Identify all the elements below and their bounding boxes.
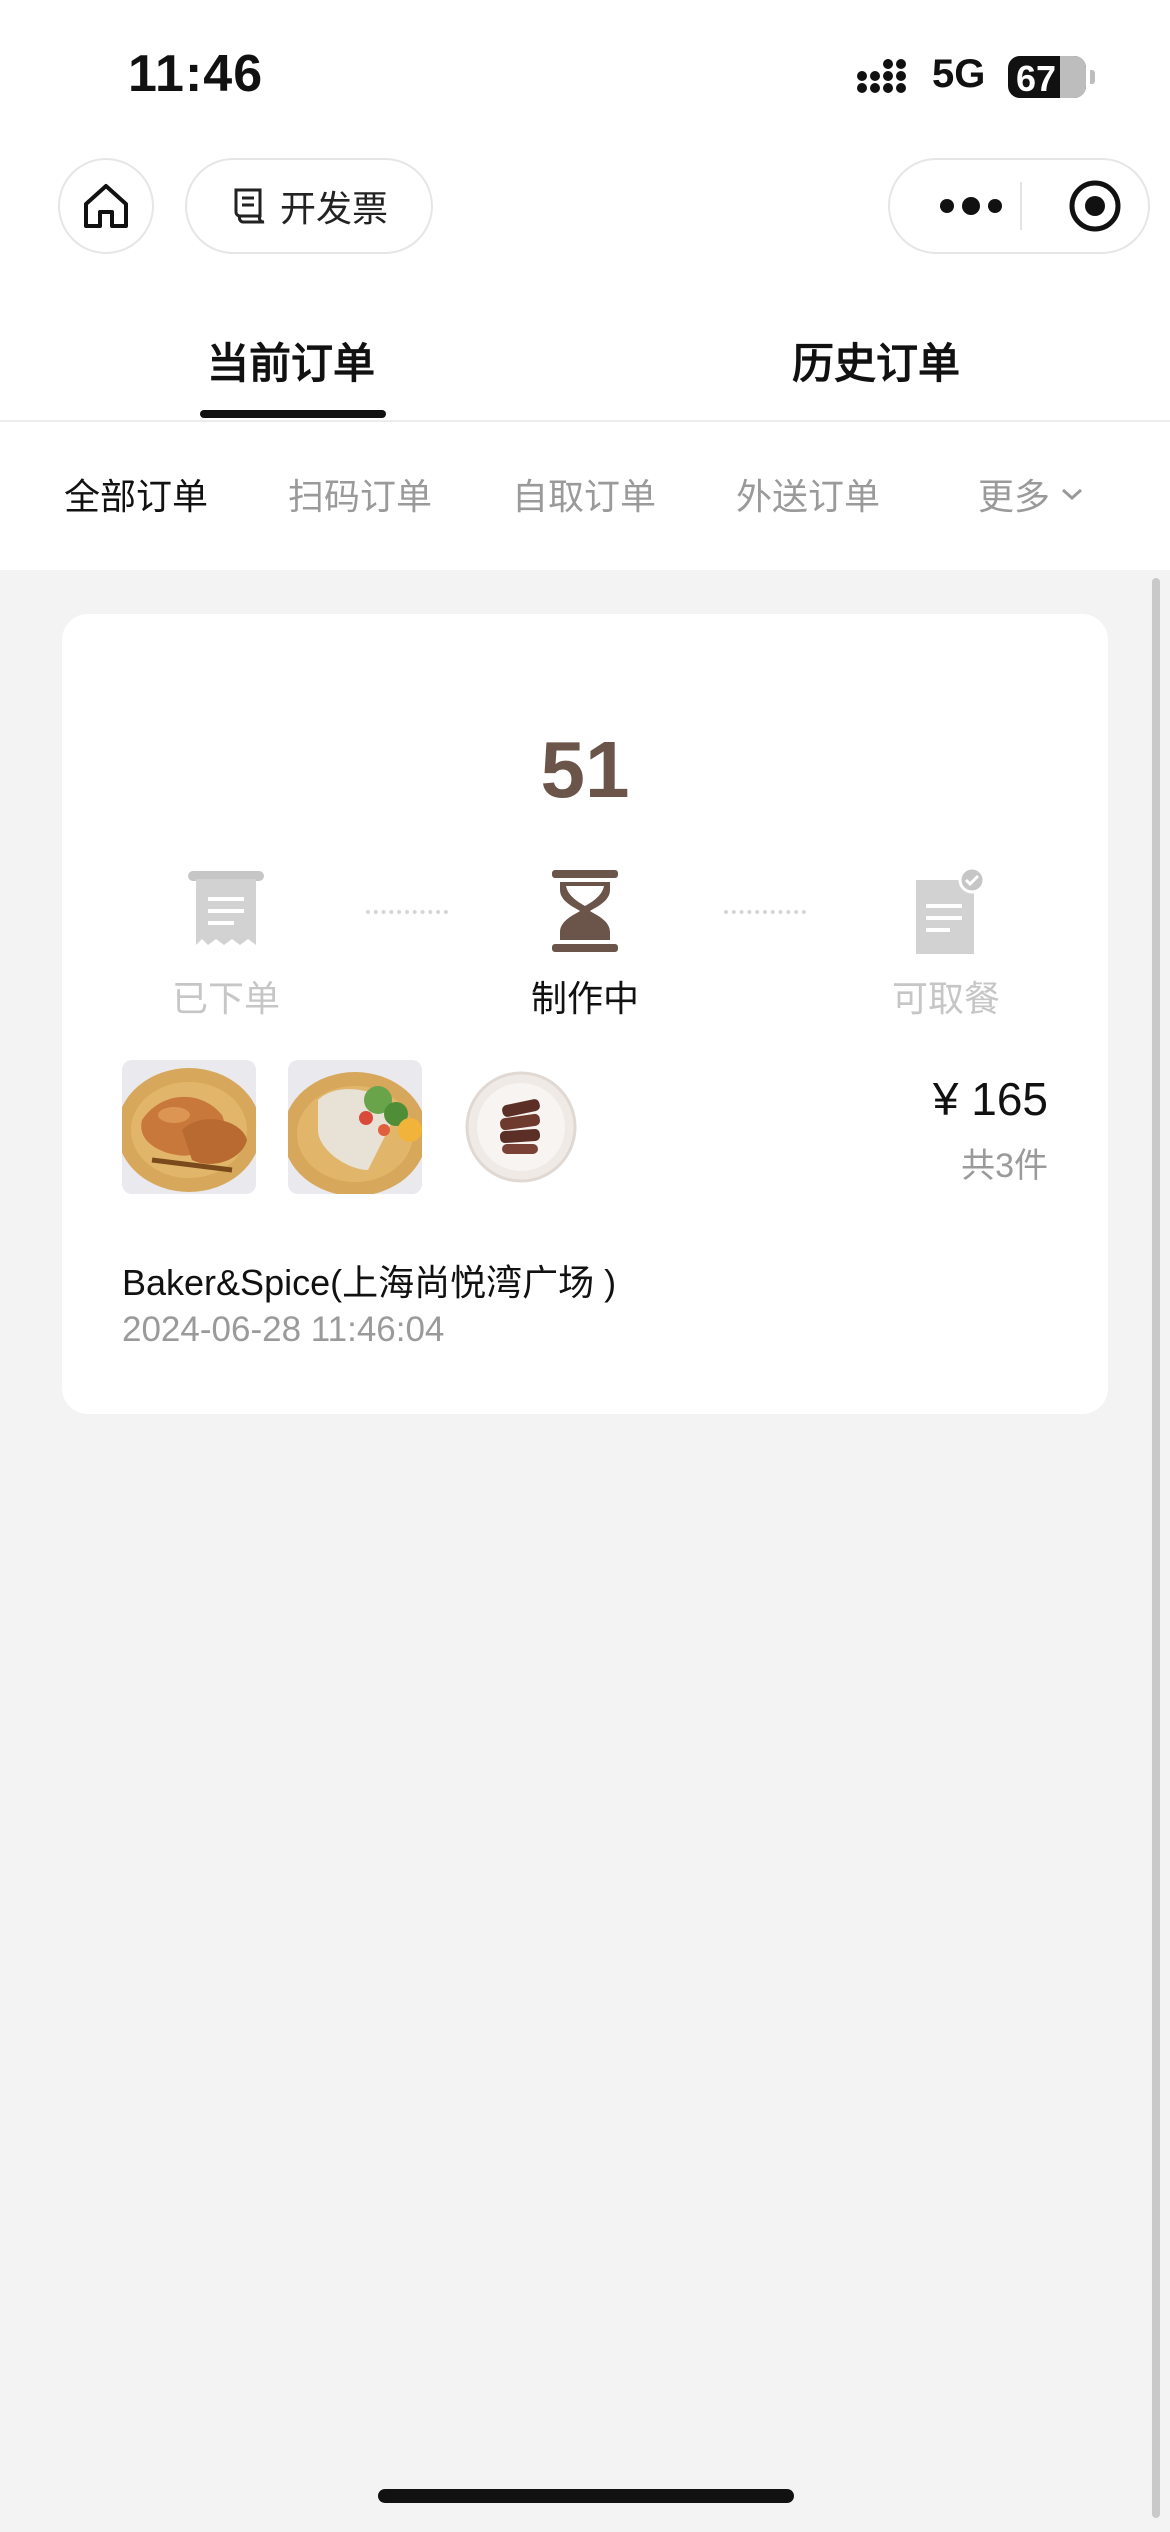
step-ordered: 已下单	[116, 862, 336, 1022]
progress-dots	[366, 910, 448, 914]
receipt-icon	[188, 871, 264, 945]
battery-level: 67	[1016, 58, 1057, 99]
chevron-down-icon	[1062, 488, 1083, 501]
more-button[interactable]	[926, 160, 1016, 252]
status-time: 11:46	[128, 45, 264, 103]
more-dots-icon	[940, 197, 1002, 215]
order-card[interactable]: 51 已下单 制作中 可取餐 ¥ 165 共3件 Baker&Spice(上海尚…	[62, 614, 1108, 1414]
filter-scan-orders[interactable]: 扫码订单	[288, 468, 432, 520]
order-number: 51	[540, 725, 630, 814]
filter-pickup-orders[interactable]: 自取订单	[512, 468, 656, 520]
tab-history-orders[interactable]: 历史订单	[792, 330, 960, 391]
tab-current-orders[interactable]: 当前订单	[207, 330, 375, 391]
ready-document-icon	[916, 866, 986, 954]
home-icon	[84, 184, 128, 228]
hourglass-icon	[552, 870, 618, 952]
home-indicator[interactable]	[378, 2489, 794, 2503]
scrollbar[interactable]	[1152, 578, 1160, 2518]
signal-icon	[857, 59, 906, 93]
capsule-divider	[1020, 182, 1022, 230]
network-type: 5G	[932, 52, 986, 96]
progress-dots	[724, 910, 806, 914]
invoice-button[interactable]: 开发票	[185, 158, 433, 254]
miniprogram-capsule	[888, 158, 1150, 254]
food-image-salad-roll	[288, 1060, 422, 1194]
filter-all-orders[interactable]: 全部订单	[64, 468, 208, 520]
item-count: 共3件	[961, 1147, 1048, 1185]
food-image-roast-chicken	[122, 1060, 256, 1194]
invoice-label: 开发票	[279, 188, 388, 229]
order-time: 2024-06-28 11:46:04	[122, 1310, 445, 1349]
store-name: Baker&Spice(上海尚悦湾广场 )	[122, 1262, 617, 1303]
order-price: ¥ 165	[932, 1073, 1048, 1125]
filter-more[interactable]: 更多	[978, 468, 1084, 520]
home-button[interactable]	[58, 158, 154, 254]
step-preparing: 制作中	[475, 862, 695, 1022]
step-ready: 可取餐	[836, 862, 1056, 1022]
step-preparing-label: 制作中	[530, 978, 639, 1019]
food-image-sliced-steak	[454, 1060, 588, 1194]
active-tab-indicator	[200, 410, 386, 418]
close-miniprogram-button[interactable]	[1050, 160, 1140, 252]
tab-divider	[0, 420, 1170, 422]
target-icon	[1069, 180, 1121, 232]
step-ready-label: 可取餐	[891, 978, 1000, 1019]
battery-icon: 67	[1008, 56, 1095, 99]
invoice-icon	[234, 188, 265, 224]
filter-more-label: 更多	[978, 476, 1051, 517]
filter-delivery-orders[interactable]: 外送订单	[736, 468, 880, 520]
step-ordered-label: 已下单	[171, 978, 280, 1019]
